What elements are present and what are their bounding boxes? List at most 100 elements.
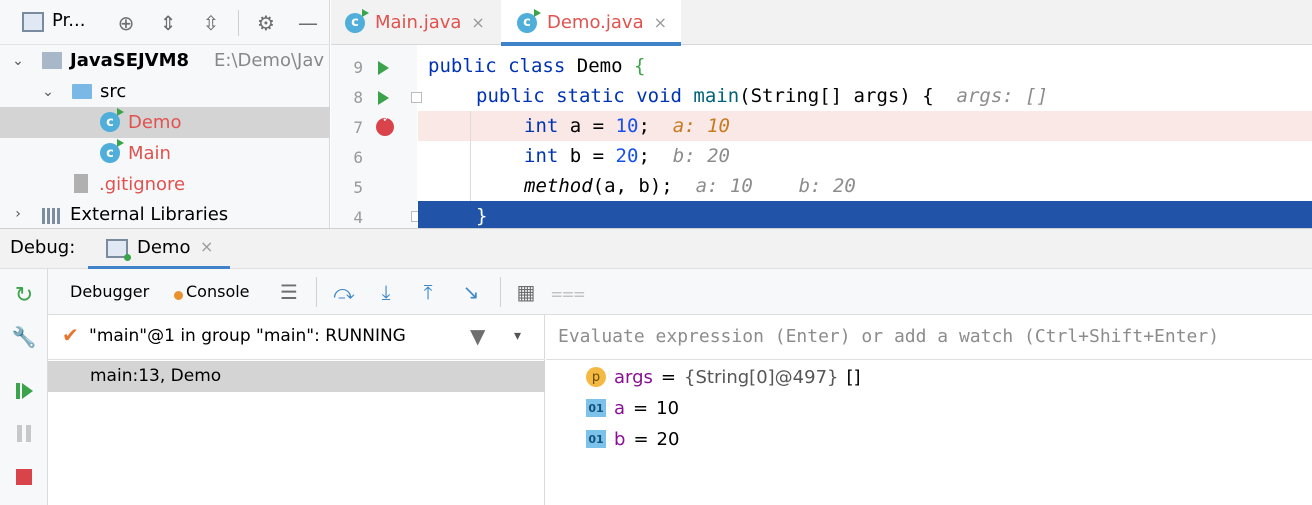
tree-item-demo[interactable]: c Demo xyxy=(0,107,330,138)
code-line-5: method(a, b); a: 10 b: 20 xyxy=(418,171,1312,201)
run-to-cursor-icon[interactable]: ↘ xyxy=(458,279,484,305)
dropdown-arrow-icon[interactable]: ▾ xyxy=(514,328,521,344)
variable-row-a[interactable]: 01 a = 10 xyxy=(586,393,679,423)
source-folder-icon xyxy=(72,84,92,99)
chevron-down-icon[interactable]: ⌄ xyxy=(10,53,26,69)
tree-item-external-libraries[interactable]: › External Libraries xyxy=(0,200,330,228)
tree-item-src[interactable]: ⌄ src xyxy=(0,76,330,107)
tree-item-gitignore[interactable]: .gitignore xyxy=(0,169,330,200)
code-text: b = xyxy=(569,145,616,167)
evaluate-expression-input[interactable]: Evaluate expression (Enter) or add a wat… xyxy=(546,315,1312,360)
tab-console[interactable]: Console xyxy=(186,282,250,301)
tree-item-project[interactable]: ⌄ JavaSEJVM8 E:\Demo\Jav xyxy=(0,45,330,76)
java-class-icon: c xyxy=(100,139,124,163)
evaluate-placeholder: Evaluate expression (Enter) or add a wat… xyxy=(558,326,1220,347)
primitive-icon: 01 xyxy=(586,430,606,448)
tree-item-label: External Libraries xyxy=(70,203,229,225)
keyword: int xyxy=(524,145,559,167)
variable-name: args xyxy=(614,366,653,388)
debug-side-toolbar: ↻ 🔧 xyxy=(0,269,48,505)
ignore-file-icon xyxy=(74,174,88,193)
class-name: Demo xyxy=(576,55,623,77)
wrench-icon[interactable]: 🔧 xyxy=(12,325,37,349)
project-toolbar: Pr... ⊕ ⇕ ⇳ ⚙ — xyxy=(0,0,330,45)
close-icon[interactable]: × xyxy=(471,13,484,32)
java-class-icon: c xyxy=(345,8,369,33)
frame-label: main:13, Demo xyxy=(90,366,222,386)
console-warning-icon xyxy=(174,291,183,300)
tree-item-main[interactable]: c Main xyxy=(0,138,330,169)
expand-all-icon[interactable]: ⇕ xyxy=(155,10,181,36)
filter-icon[interactable]: ▼ xyxy=(470,324,485,348)
locate-icon[interactable]: ⊕ xyxy=(113,10,139,36)
keyword: void xyxy=(636,85,682,107)
tab-main-java[interactable]: c Main.java × xyxy=(331,0,501,45)
toolbar-separator xyxy=(500,277,501,307)
run-gutter-icon[interactable] xyxy=(378,61,389,75)
code-line-9: public class Demo { xyxy=(418,51,1312,81)
params: (String[] args) { xyxy=(739,85,934,107)
java-class-icon: c xyxy=(517,8,541,33)
trace-icon[interactable]: ⩶ xyxy=(551,279,585,305)
library-icon xyxy=(42,208,62,224)
inline-hint: b: 20 xyxy=(672,145,730,167)
hide-icon[interactable]: — xyxy=(295,10,321,36)
code-text: ; xyxy=(638,145,650,167)
resume-icon[interactable] xyxy=(12,379,36,403)
editor-tab-bar: c Main.java × c Demo.java × xyxy=(331,0,1312,46)
line-number: 8 xyxy=(353,88,363,107)
thread-selector[interactable]: ✔ "main"@1 in group "main": RUNNING ▼ ▾ xyxy=(48,315,545,360)
step-over-icon[interactable]: ⤼ xyxy=(331,279,357,305)
keyword: static xyxy=(556,85,625,107)
tab-label: Main.java xyxy=(375,12,462,33)
line-number: 9 xyxy=(353,58,363,77)
tree-item-label: src xyxy=(100,81,127,102)
equals-sign: = xyxy=(660,366,677,388)
run-gutter-icon[interactable] xyxy=(378,91,389,105)
primitive-icon: 01 xyxy=(586,399,606,417)
step-out-icon[interactable]: ⤒ xyxy=(415,279,441,305)
variable-name: a xyxy=(614,397,626,419)
code-line-4-execution-point: } xyxy=(418,201,1312,228)
variable-row-b[interactable]: 01 b = 20 xyxy=(586,424,679,454)
tree-item-label: Demo xyxy=(128,112,182,133)
brace: { xyxy=(633,55,646,77)
chevron-right-icon[interactable]: › xyxy=(10,206,26,222)
tree-item-label: .gitignore xyxy=(99,174,186,195)
tab-debugger[interactable]: Debugger xyxy=(70,282,149,301)
equals-sign: = xyxy=(633,428,649,450)
close-icon[interactable]: × xyxy=(200,237,213,256)
project-title[interactable]: Pr... xyxy=(52,10,85,31)
toolbar-separator xyxy=(238,10,239,36)
line-number: 6 xyxy=(353,148,363,167)
collapse-all-icon[interactable]: ⇳ xyxy=(198,10,224,36)
stop-icon[interactable] xyxy=(12,465,36,489)
code-editor[interactable]: public class Demo { public static void m… xyxy=(418,45,1312,228)
variable-value: 10 xyxy=(656,397,680,419)
menu-lines-icon[interactable]: ☰ xyxy=(276,279,302,305)
variable-row-args[interactable]: p args = {String[0]@497} [] xyxy=(586,362,861,392)
inline-hint: args: [] xyxy=(956,85,1049,107)
step-into-icon[interactable]: ⤓ xyxy=(373,279,399,305)
gear-icon[interactable]: ⚙ xyxy=(253,10,279,36)
brace: } xyxy=(476,205,488,227)
indent-guide xyxy=(470,111,471,201)
inline-hint: a: 10 xyxy=(695,175,753,197)
tab-debug-session[interactable]: Demo xyxy=(137,237,190,258)
close-icon[interactable]: × xyxy=(654,13,667,32)
inline-hint: a: 10 xyxy=(672,115,730,137)
tab-demo-java[interactable]: c Demo.java × xyxy=(501,0,681,46)
code-line-8: public static void main(String[] args) {… xyxy=(418,81,1312,111)
rerun-icon[interactable]: ↻ xyxy=(12,283,36,308)
code-text: (a, b); xyxy=(592,175,673,197)
chevron-down-icon[interactable]: ⌄ xyxy=(40,84,56,100)
inline-hint: b: 20 xyxy=(798,175,856,197)
breakpoint-icon[interactable] xyxy=(376,112,394,136)
pause-icon[interactable] xyxy=(12,421,36,445)
frame-list-item[interactable]: main:13, Demo xyxy=(48,361,545,392)
debug-header: Debug: Demo × xyxy=(0,228,1312,269)
code-line-6: int b = 20; b: 20 xyxy=(418,141,1312,171)
variable-extra: [] xyxy=(846,366,861,388)
calculator-icon[interactable]: ▦ xyxy=(513,279,539,305)
code-line-7: int a = 10; a: 10 xyxy=(418,111,1312,141)
